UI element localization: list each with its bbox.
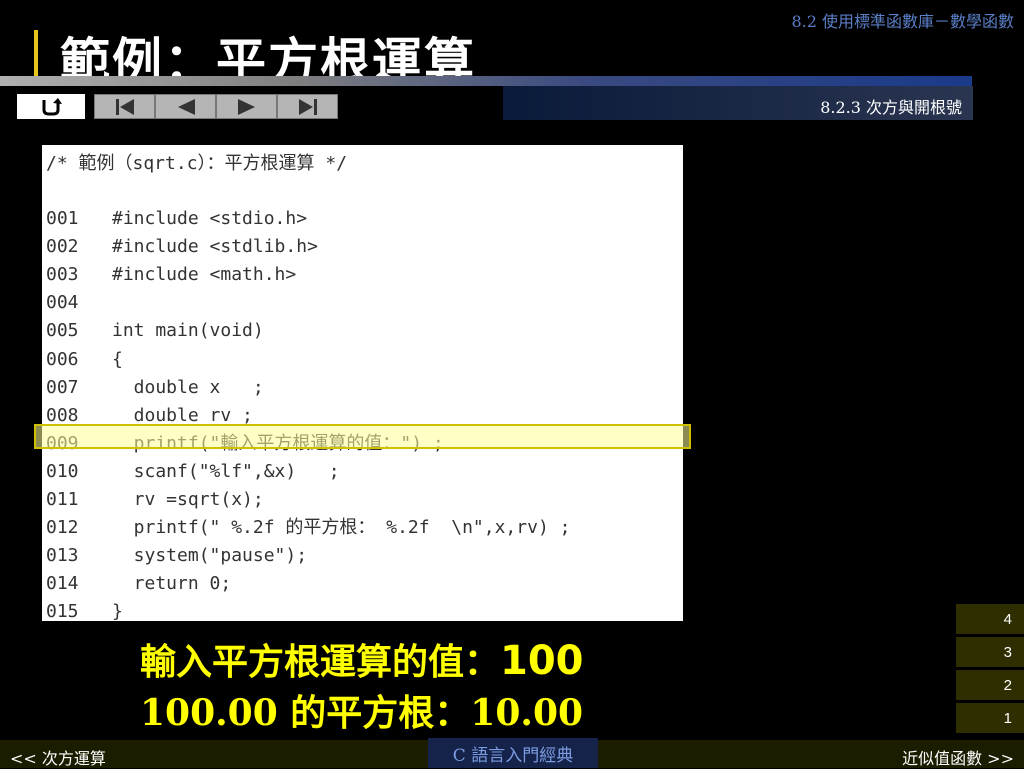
- code-line: 006 {: [46, 346, 123, 374]
- line-code: printf(" %.2f 的平方根： %.2f \n",x,rv) ;: [112, 517, 571, 539]
- code-line: 002 #include <stdlib.h>: [46, 233, 318, 261]
- code-line: 005 int main(void): [46, 317, 264, 345]
- line-code: return 0;: [112, 573, 232, 595]
- line-code: int main(void): [112, 320, 264, 342]
- line-code: #include <stdlib.h>: [112, 236, 318, 258]
- last-button[interactable]: [277, 94, 338, 119]
- line-number: 006: [46, 348, 79, 370]
- line-code: #include <math.h>: [112, 264, 297, 286]
- prev-topic-link[interactable]: << 次方運算: [10, 745, 106, 769]
- line-number: 011: [46, 489, 79, 510]
- code-line: 012 printf(" %.2f 的平方根： %.2f \n",x,rv) ;: [46, 514, 570, 542]
- output-line-1: 輸入平方根運算的值：100: [140, 633, 584, 685]
- code-line: 015}: [46, 598, 123, 626]
- return-icon: [42, 97, 62, 115]
- header-divider: [0, 76, 972, 86]
- line-number: 010: [46, 460, 79, 482]
- line-code: }: [112, 601, 123, 623]
- prev-button[interactable]: [155, 94, 216, 119]
- code-line: 003 #include <math.h>: [46, 261, 296, 289]
- code-comment: /* 範例（sqrt.c）：平方根運算 */: [46, 153, 348, 174]
- code-line: 013 system("pause");: [46, 542, 307, 570]
- code-panel: /* 範例（sqrt.c）：平方根運算 */ 001 #include <stdi…: [42, 145, 683, 622]
- line-number: 005: [46, 320, 79, 342]
- page-button-1[interactable]: 1: [956, 703, 1024, 733]
- next-topic-link[interactable]: 近似值函數 >>: [902, 745, 1014, 769]
- line-code: {: [112, 348, 123, 370]
- code-line: 007 double x ;: [46, 374, 264, 402]
- section-title: 8.2.3 次方與開根號: [820, 98, 962, 117]
- line-number: 014: [46, 573, 79, 595]
- output-input-value: 100: [500, 638, 584, 684]
- code-line: 014 return 0;: [46, 570, 231, 598]
- last-icon: [298, 98, 317, 115]
- footer-book-bar: C 語言入門經典: [428, 738, 598, 768]
- line-number: 013: [46, 545, 79, 567]
- page-button-2[interactable]: 2: [956, 670, 1024, 700]
- first-icon: [115, 98, 134, 115]
- line-number: 004: [46, 292, 79, 314]
- line-number: 015: [46, 601, 79, 623]
- line-number: 001: [46, 208, 79, 229]
- page-button-4[interactable]: 4: [956, 604, 1024, 634]
- line-code: double x ;: [112, 376, 264, 398]
- return-button[interactable]: [17, 94, 85, 119]
- code-line: 010 scanf("%lf",&x) ;: [46, 458, 340, 486]
- line-code: scanf("%lf",&x) ;: [112, 460, 340, 482]
- line-number: 012: [46, 517, 79, 539]
- first-button[interactable]: [94, 94, 155, 119]
- line-number: 007: [46, 376, 79, 398]
- title-accent-bar: [34, 30, 38, 80]
- next-button[interactable]: [216, 94, 277, 119]
- line-code: double rv ;: [112, 404, 253, 426]
- next-icon: [237, 98, 255, 115]
- code-line: 004: [46, 289, 112, 317]
- line-number: 002: [46, 236, 79, 258]
- output-prompt: 輸入平方根運算的值：: [140, 641, 501, 683]
- line-code: #include <stdio.h>: [112, 208, 308, 229]
- line-number: 003: [46, 264, 79, 286]
- code-line: 011 rv =sqrt(x);: [46, 486, 264, 514]
- code-line: 001 #include <stdio.h>: [46, 205, 307, 233]
- page-button-3[interactable]: 3: [956, 637, 1024, 667]
- code-highlight: [34, 424, 691, 449]
- output-line-2: 100.00 的平方根：10.00: [140, 692, 584, 734]
- line-code: system("pause");: [112, 545, 308, 567]
- book-title: C 語言入門經典: [452, 745, 574, 766]
- line-code: rv =sqrt(x);: [112, 489, 264, 510]
- prev-icon: [177, 98, 195, 115]
- chapter-title: 8.2 使用標準函數庫－數學函數: [791, 12, 1014, 31]
